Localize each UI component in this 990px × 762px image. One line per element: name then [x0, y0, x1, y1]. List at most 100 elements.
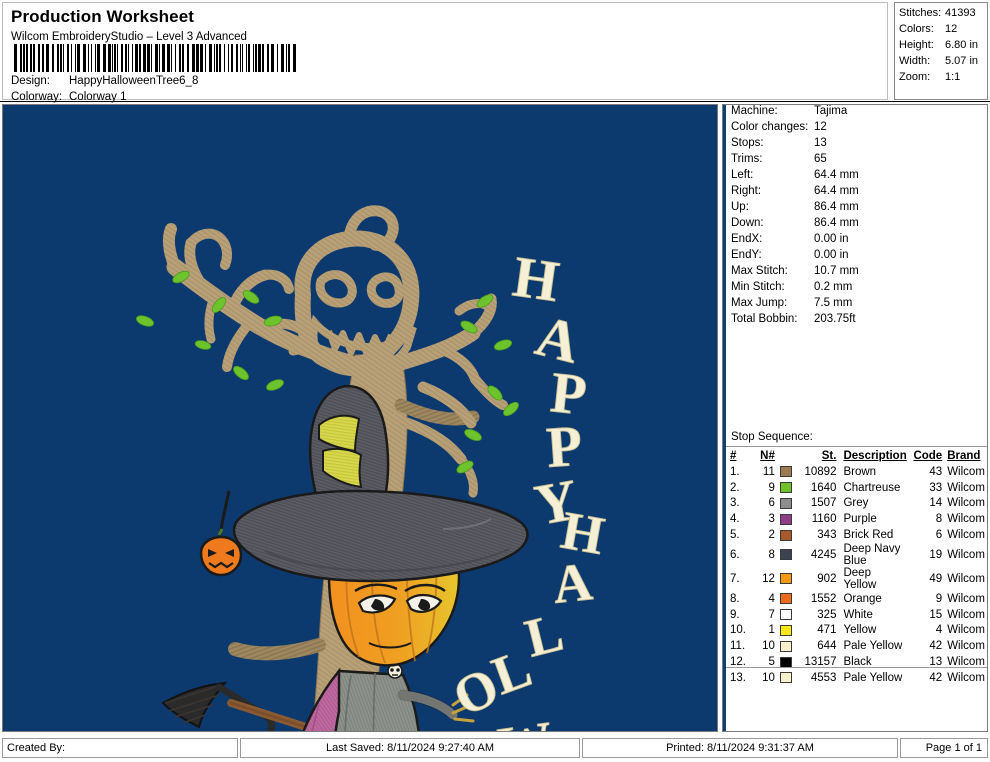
- table-row[interactable]: 5. 2 343 Brick Red 6 Wilcom: [726, 527, 987, 543]
- stop-sequence-table: # N# St. Description Code Brand 1. 11 10892 Brow…: [726, 448, 987, 686]
- needle-number: 10: [762, 671, 775, 684]
- thread-brand: Wilcom: [947, 640, 985, 653]
- color-swatch-cell[interactable]: [775, 591, 796, 607]
- table-row[interactable]: 8. 4 1552 Orange 9 Wilcom: [726, 591, 987, 607]
- info-key: Left:: [731, 169, 754, 181]
- table-row[interactable]: 1. 11 10892 Brown 43 Wilcom: [726, 464, 987, 480]
- column-header: Brand: [947, 449, 981, 462]
- column-header: N#: [760, 449, 775, 462]
- info-value: 10.7 mm: [814, 265, 859, 277]
- info-value: 12: [814, 121, 827, 133]
- thread-brand: Wilcom: [947, 529, 985, 542]
- info-key: Machine:: [731, 105, 778, 117]
- design-label: Design:: [11, 75, 50, 87]
- info-row: Min Stitch: 0.2 mm: [728, 281, 987, 297]
- color-swatch-icon: [779, 529, 792, 541]
- thread-brand: Wilcom: [947, 608, 985, 621]
- thread-brand: Wilcom: [947, 465, 985, 478]
- column-header: [775, 448, 796, 464]
- created-by-field: Created By:: [2, 738, 238, 758]
- info-value: 86.4 mm: [814, 217, 859, 229]
- stop-sequence-title: Stop Sequence:: [731, 431, 813, 443]
- stitch-count: 1507: [810, 497, 837, 510]
- table-row[interactable]: 4. 3 1160 Purple 8 Wilcom: [726, 511, 987, 527]
- info-key: Min Stitch:: [731, 281, 785, 293]
- table-row[interactable]: 9. 7 325 White 15 Wilcom: [726, 607, 987, 623]
- info-value: 65: [814, 153, 827, 165]
- needle-number: 8: [768, 548, 775, 561]
- color-swatch-cell[interactable]: [775, 511, 796, 527]
- table-row[interactable]: 13. 10 4553 Pale Yellow 42 Wilcom: [726, 670, 987, 686]
- thread-brand: Wilcom: [947, 671, 985, 684]
- row-index: 3.: [730, 497, 740, 510]
- info-row: Color changes: 12: [728, 121, 987, 137]
- stitch-count: 644: [817, 640, 837, 653]
- info-row: Stops: 13: [728, 137, 987, 153]
- info-row: Down: 86.4 mm: [728, 217, 987, 233]
- design-preview-canvas[interactable]: H A P P Y H A L L O W E E N: [2, 104, 718, 732]
- info-value: 203.75ft: [814, 313, 856, 325]
- row-index: 10.: [730, 624, 746, 637]
- worksheet-footer: Created By: Last Saved: 8/11/2024 9:27:4…: [0, 738, 990, 760]
- color-swatch-cell[interactable]: [775, 464, 796, 480]
- color-swatch-cell[interactable]: [775, 623, 796, 639]
- table-row[interactable]: 2. 9 1640 Chartreuse 33 Wilcom: [726, 480, 987, 496]
- color-description: Deep Navy Blue: [843, 542, 901, 567]
- info-value: 0.00 in: [814, 233, 849, 245]
- stitch-count: 1640: [810, 481, 837, 494]
- table-row[interactable]: 6. 8 4245 Deep Navy Blue 19 Wilcom: [726, 542, 987, 567]
- color-swatch-cell[interactable]: [775, 607, 796, 623]
- needle-number: 3: [768, 513, 775, 526]
- embroidery-artwork: H A P P Y H A L L O W E E N: [3, 105, 717, 731]
- column-header: St.: [821, 449, 837, 462]
- table-row[interactable]: 3. 6 1507 Grey 14 Wilcom: [726, 496, 987, 512]
- info-row: Max Jump: 7.5 mm: [728, 297, 987, 313]
- header-title-block: Production Worksheet Wilcom EmbroiderySt…: [2, 2, 888, 103]
- color-code: 42: [929, 640, 943, 653]
- color-swatch-cell[interactable]: [775, 567, 796, 591]
- color-swatch-icon: [779, 513, 792, 525]
- color-swatch-icon: [779, 497, 792, 509]
- color-swatch-cell[interactable]: [775, 527, 796, 543]
- info-key: Color changes:: [731, 121, 809, 133]
- info-key: Up:: [731, 201, 749, 213]
- color-swatch-cell[interactable]: [775, 638, 796, 654]
- color-swatch-cell[interactable]: [775, 543, 796, 567]
- color-code: 43: [929, 465, 943, 478]
- info-key: Trims:: [731, 153, 763, 165]
- color-swatch-cell[interactable]: [775, 496, 796, 512]
- color-code: 8: [935, 513, 943, 526]
- color-swatch-icon: [779, 549, 792, 561]
- info-row: Left: 64.4 mm: [728, 169, 987, 185]
- table-header-row: # N# St. Description Code Brand: [726, 448, 987, 464]
- colorway-label: Colorway:: [11, 91, 63, 103]
- info-value: 13: [814, 137, 827, 149]
- color-code: 9: [935, 592, 943, 605]
- color-swatch-icon: [779, 593, 792, 605]
- color-swatch-cell[interactable]: [775, 670, 796, 686]
- divider: [726, 667, 987, 668]
- last-saved-field: Last Saved: 8/11/2024 9:27:40 AM: [240, 738, 580, 758]
- table-row[interactable]: 7. 12 902 Deep Yellow 49 Wilcom: [726, 567, 987, 591]
- color-code: 33: [929, 481, 943, 494]
- table-row[interactable]: 10. 1 471 Yellow 4 Wilcom: [726, 623, 987, 639]
- summary-stat-value: 5.07 in: [945, 55, 979, 67]
- table-row[interactable]: 11. 10 644 Pale Yellow 42 Wilcom: [726, 638, 987, 654]
- color-swatch-icon: [779, 640, 792, 652]
- row-index: 13.: [730, 671, 746, 684]
- row-index: 4.: [730, 513, 740, 526]
- color-swatch-cell[interactable]: [775, 480, 796, 496]
- stitch-count: 4245: [810, 548, 837, 561]
- summary-stats-box: Stitches: 41393 Colors: 12 Height: 6.80 in Wid…: [894, 2, 988, 100]
- stitch-count: 471: [817, 624, 837, 637]
- stitch-count: 10892: [804, 465, 837, 478]
- row-index: 6.: [730, 548, 740, 561]
- application-name: Wilcom EmbroideryStudio – Level 3 Advanc…: [11, 31, 247, 43]
- summary-stat-key: Height:: [899, 39, 934, 51]
- info-row: Machine: Tajima: [728, 105, 987, 121]
- column-header: Description: [843, 449, 907, 462]
- thread-brand: Wilcom: [947, 481, 985, 494]
- thread-brand: Wilcom: [947, 572, 985, 585]
- thread-brand: Wilcom: [947, 624, 985, 637]
- info-value: 86.4 mm: [814, 201, 859, 213]
